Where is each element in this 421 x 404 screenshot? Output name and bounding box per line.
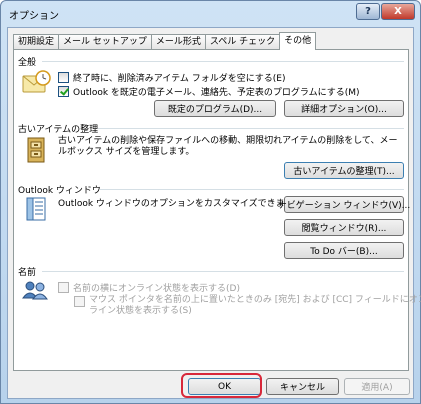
empty-deleted-row[interactable]: 終了時に、削除済みアイテム フォルダを空にする(E): [58, 71, 286, 84]
hover-status-label: マウス ポインタを名前の上に置いたときのみ [宛先] および [CC] フィール…: [89, 295, 421, 317]
online-status-checkbox[interactable]: [58, 282, 69, 293]
ok-highlight-annotation: [181, 373, 262, 398]
default-program-row[interactable]: Outlook を既定の電子メール、連絡先、予定表のプログラムにする(M): [58, 85, 360, 98]
hover-status-label-line1: マウス ポインタを名前の上に置いたときのみ [宛先] および [CC] フィール…: [89, 295, 421, 305]
pane-layout-icon: [26, 197, 46, 221]
default-program-label: Outlook を既定の電子メール、連絡先、予定表のプログラムにする(M): [73, 88, 360, 98]
title-bar[interactable]: オプション ? X: [1, 1, 420, 25]
default-program-checkbox[interactable]: [58, 86, 69, 97]
default-programs-button[interactable]: 既定のプログラム(D)...: [154, 100, 276, 117]
tab-spelling[interactable]: スペル チェック: [204, 34, 281, 50]
tab-panel-other: 全般 終了時に、削除済みアイテム フォルダを空にする(E) Outlook を既…: [13, 49, 421, 371]
general-section-title: 全般: [18, 58, 37, 68]
autoarchive-section-title: 古いアイテムの整理: [18, 125, 99, 135]
tab-other[interactable]: その他: [279, 32, 317, 50]
autoarchive-button[interactable]: 古いアイテムの整理(T)...: [284, 162, 404, 179]
tab-mail-format[interactable]: メール形式: [150, 34, 206, 50]
window-title: オプション: [9, 11, 59, 22]
advanced-options-button[interactable]: 詳細オプション(O)...: [284, 100, 404, 117]
outlook-panes-description: Outlook ウィンドウのオプションをカスタマイズできます。: [58, 199, 302, 209]
empty-deleted-checkbox[interactable]: [58, 72, 69, 83]
options-dialog: オプション ? X 初期設定 メール セットアップ メール形式 スペル チェック…: [0, 0, 421, 404]
help-button[interactable]: ?: [356, 3, 380, 20]
hover-status-row[interactable]: マウス ポインタを名前の上に置いたときのみ [宛先] および [CC] フィール…: [74, 295, 421, 317]
close-button[interactable]: X: [381, 3, 415, 20]
outlook-panes-divider: [100, 189, 404, 190]
online-status-label: 名前の横にオンライン状態を表示する(D): [73, 284, 240, 294]
outlook-panes-section-title: Outlook ウィンドウ: [18, 186, 101, 196]
apply-button[interactable]: 適用(A): [344, 378, 410, 395]
hover-status-checkbox[interactable]: [74, 296, 85, 307]
autoarchive-divider: [98, 128, 404, 129]
tab-mail-setup[interactable]: メール セットアップ: [58, 34, 152, 50]
general-divider: [42, 61, 404, 62]
envelope-clock-icon: [22, 70, 51, 93]
autoarchive-description: 古いアイテムの削除や保存ファイルへの移動、期限切れアイテムの削除をして、メールボ…: [58, 136, 398, 157]
online-status-row[interactable]: 名前の横にオンライン状態を表示する(D): [58, 281, 240, 294]
todo-bar-button[interactable]: To Do バー(B)...: [284, 242, 404, 259]
names-section-title: 名前: [18, 268, 37, 278]
dialog-body: 初期設定 メール セットアップ メール形式 スペル チェック その他 全般 終了…: [7, 27, 421, 399]
names-divider: [42, 271, 404, 272]
people-icon: [22, 281, 48, 300]
tab-strip: 初期設定 メール セットアップ メール形式 スペル チェック その他: [13, 32, 317, 50]
tab-preferences[interactable]: 初期設定: [13, 34, 60, 50]
archive-cabinet-icon: [27, 137, 45, 163]
empty-deleted-label: 終了時に、削除済みアイテム フォルダを空にする(E): [73, 74, 286, 84]
hover-status-label-line2: ライン状態を表示する(S): [89, 306, 192, 316]
navigation-pane-button[interactable]: ナビゲーション ウィンドウ(V)...: [278, 196, 410, 213]
cancel-button[interactable]: キャンセル: [266, 378, 339, 395]
reading-pane-button[interactable]: 閲覧ウィンドウ(R)...: [284, 219, 404, 236]
